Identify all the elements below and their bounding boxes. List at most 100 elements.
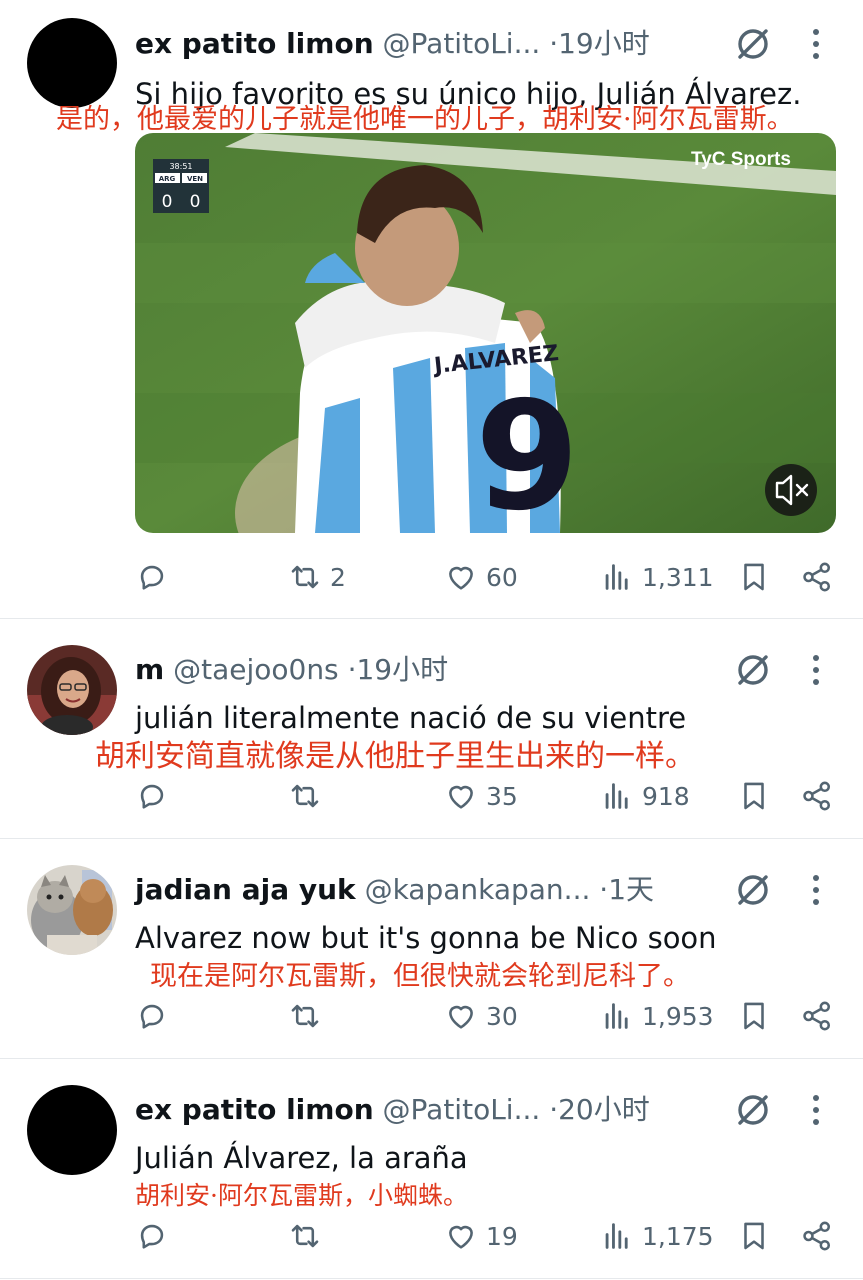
tweet-video[interactable]: J.ALVAREZ 9 38:51 ARG VEN 0 0 TyC Sports bbox=[135, 133, 836, 533]
share-icon bbox=[803, 781, 831, 811]
reply-icon bbox=[140, 1004, 164, 1029]
avatar-photo bbox=[27, 645, 117, 735]
more-options-icon[interactable] bbox=[804, 1090, 828, 1130]
tweet-text: Alvarez now but it's gonna be Nico soon bbox=[135, 921, 717, 955]
like-button[interactable]: 35 bbox=[444, 776, 518, 816]
tweet-translation: 胡利安·阿尔瓦雷斯，小蜘蛛。 bbox=[135, 1181, 468, 1210]
retweet-icon bbox=[291, 1004, 319, 1028]
like-count: 60 bbox=[486, 562, 518, 592]
separator-dot: · bbox=[549, 1093, 559, 1126]
like-count: 19 bbox=[486, 1221, 518, 1251]
tweet-3[interactable]: jadian aja yuk @kapankapan... ·1天 Alvare… bbox=[0, 839, 863, 1058]
display-name[interactable]: ex patito limon bbox=[135, 27, 374, 60]
avatar[interactable] bbox=[27, 18, 117, 108]
display-name[interactable]: jadian aja yuk bbox=[135, 873, 356, 906]
jersey-number: 9 bbox=[475, 370, 579, 533]
reply-icon bbox=[140, 565, 164, 590]
reply-button[interactable] bbox=[135, 557, 177, 597]
bookmark-button[interactable] bbox=[737, 996, 771, 1036]
retweet-icon bbox=[291, 1224, 319, 1248]
share-icon bbox=[803, 1221, 831, 1251]
avatar[interactable] bbox=[27, 1085, 117, 1175]
user-handle[interactable]: @PatitoLi... bbox=[383, 27, 541, 60]
share-button[interactable] bbox=[800, 996, 834, 1036]
avatar[interactable] bbox=[27, 645, 117, 735]
team-away: VEN bbox=[187, 175, 203, 183]
share-button[interactable] bbox=[800, 1216, 834, 1256]
grok-icon[interactable] bbox=[733, 24, 773, 64]
user-handle[interactable]: @kapankapan... bbox=[365, 873, 591, 906]
like-count: 30 bbox=[486, 1001, 518, 1031]
tweet-2[interactable]: m @taejoo0ns ·19小时 julián literalmente n… bbox=[0, 619, 863, 838]
avatar-photo bbox=[27, 865, 117, 955]
separator-dot: · bbox=[549, 27, 559, 60]
tweet-actions: 30 1,953 bbox=[0, 996, 863, 1036]
display-name[interactable]: ex patito limon bbox=[135, 1093, 374, 1126]
views-icon bbox=[605, 783, 628, 809]
like-button[interactable]: 19 bbox=[444, 1216, 518, 1256]
tweet-4[interactable]: ex patito limon @PatitoLi... ·20小时 Juliá… bbox=[0, 1059, 863, 1280]
timestamp[interactable]: 19小时 bbox=[558, 27, 650, 60]
views-icon bbox=[605, 1223, 628, 1249]
tweet-translation: 是的，他最爱的儿子就是他唯一的儿子，胡利安·阿尔瓦雷斯。 bbox=[56, 104, 794, 135]
retweet-button[interactable] bbox=[288, 996, 330, 1036]
speaker-muted-icon[interactable] bbox=[765, 464, 817, 516]
more-options-icon[interactable] bbox=[804, 650, 828, 690]
tweet-translation: 胡利安简直就像是从他肚子里生出来的一样。 bbox=[95, 739, 695, 774]
heart-icon bbox=[449, 566, 473, 590]
match-clock: 38:51 bbox=[169, 162, 192, 171]
views-button[interactable]: 1,953 bbox=[600, 996, 714, 1036]
tweet-text: julián literalmente nació de su vientre bbox=[135, 701, 687, 735]
views-count: 918 bbox=[642, 781, 690, 811]
timestamp[interactable]: 19小时 bbox=[356, 653, 448, 686]
tweet-header: m @taejoo0ns ·19小时 bbox=[135, 650, 743, 690]
bookmark-button[interactable] bbox=[737, 1216, 771, 1256]
display-name[interactable]: m bbox=[135, 653, 164, 686]
bookmark-icon bbox=[744, 782, 764, 810]
reply-button[interactable] bbox=[135, 1216, 177, 1256]
retweet-button[interactable]: 2 bbox=[288, 557, 346, 597]
user-handle[interactable]: @taejoo0ns bbox=[173, 653, 339, 686]
tweet-header: ex patito limon @PatitoLi... ·19小时 bbox=[135, 24, 743, 64]
views-count: 1,311 bbox=[642, 562, 714, 592]
retweet-button[interactable] bbox=[288, 1216, 330, 1256]
tweet-header: ex patito limon @PatitoLi... ·20小时 bbox=[135, 1090, 743, 1130]
like-button[interactable]: 60 bbox=[444, 557, 518, 597]
like-button[interactable]: 30 bbox=[444, 996, 518, 1036]
reply-button[interactable] bbox=[135, 776, 177, 816]
team-home: ARG bbox=[159, 175, 176, 183]
share-button[interactable] bbox=[800, 557, 834, 597]
bookmark-button[interactable] bbox=[737, 776, 771, 816]
retweet-icon bbox=[291, 565, 319, 589]
tweet-actions: 35 918 bbox=[0, 776, 863, 816]
views-count: 1,175 bbox=[642, 1221, 714, 1251]
views-count: 1,953 bbox=[642, 1001, 714, 1031]
views-button[interactable]: 1,175 bbox=[600, 1216, 714, 1256]
avatar[interactable] bbox=[27, 865, 117, 955]
broadcaster-logo: TyC Sports bbox=[691, 149, 791, 170]
user-handle[interactable]: @PatitoLi... bbox=[383, 1093, 541, 1126]
reply-button[interactable] bbox=[135, 996, 177, 1036]
bookmark-icon bbox=[744, 1222, 764, 1250]
timestamp[interactable]: 1天 bbox=[608, 873, 654, 906]
reply-icon bbox=[140, 1224, 164, 1249]
views-button[interactable]: 918 bbox=[600, 776, 690, 816]
timestamp[interactable]: 20小时 bbox=[558, 1093, 650, 1126]
more-options-icon[interactable] bbox=[804, 24, 828, 64]
tweet-1[interactable]: ex patito limon @PatitoLi... ·19小时 Si hi… bbox=[0, 0, 863, 618]
tweet-translation: 现在是阿尔瓦雷斯，但很快就会轮到尼科了。 bbox=[150, 961, 690, 992]
views-button[interactable]: 1,311 bbox=[600, 557, 714, 597]
bookmark-button[interactable] bbox=[737, 557, 771, 597]
bookmark-icon bbox=[744, 1002, 764, 1030]
tweet-actions: 2 60 1,311 bbox=[0, 557, 863, 597]
grok-icon[interactable] bbox=[733, 650, 773, 690]
reply-icon bbox=[140, 784, 164, 809]
tweet-text: Julián Álvarez, la araña bbox=[135, 1141, 468, 1175]
share-button[interactable] bbox=[800, 776, 834, 816]
heart-icon bbox=[449, 1005, 473, 1029]
more-options-icon[interactable] bbox=[804, 870, 828, 910]
grok-icon[interactable] bbox=[733, 1090, 773, 1130]
retweet-button[interactable] bbox=[288, 776, 330, 816]
retweet-icon bbox=[291, 784, 319, 808]
grok-icon[interactable] bbox=[733, 870, 773, 910]
